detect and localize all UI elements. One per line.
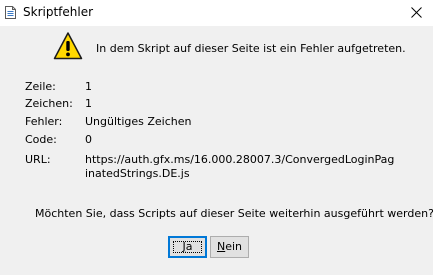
code-label: Code: bbox=[25, 133, 57, 146]
close-button[interactable] bbox=[401, 0, 433, 26]
no-label: ein bbox=[225, 240, 243, 253]
char-value: 1 bbox=[85, 97, 92, 110]
error-message: In dem Skript auf dieser Seite ist ein F… bbox=[96, 42, 406, 55]
url-label: URL: bbox=[25, 153, 51, 166]
no-mnemonic: N bbox=[216, 240, 226, 253]
continue-question: Möchten Sie, dass Scripts auf dieser Sei… bbox=[35, 207, 433, 220]
document-icon bbox=[5, 6, 16, 19]
yes-button[interactable]: Ja bbox=[168, 236, 207, 258]
error-value: Ungültiges Zeichen bbox=[85, 115, 192, 128]
script-error-dialog: Skriptfehler In dem Skript auf dieser Se… bbox=[0, 0, 433, 275]
char-label: Zeichen: bbox=[25, 97, 73, 110]
focus-rectangle bbox=[173, 241, 202, 253]
line-label: Zeile: bbox=[25, 80, 56, 93]
no-button[interactable]: Nein bbox=[210, 236, 249, 258]
error-label: Fehler: bbox=[25, 115, 63, 128]
warning-icon bbox=[53, 31, 83, 61]
window-title: Skriptfehler bbox=[23, 5, 94, 19]
line-value: 1 bbox=[85, 80, 92, 93]
title-bar: Skriptfehler bbox=[0, 0, 433, 26]
code-value: 0 bbox=[85, 133, 92, 146]
close-icon bbox=[411, 7, 422, 18]
url-value: https://auth.gfx.ms/16.000.28007.3/Conve… bbox=[85, 153, 395, 180]
